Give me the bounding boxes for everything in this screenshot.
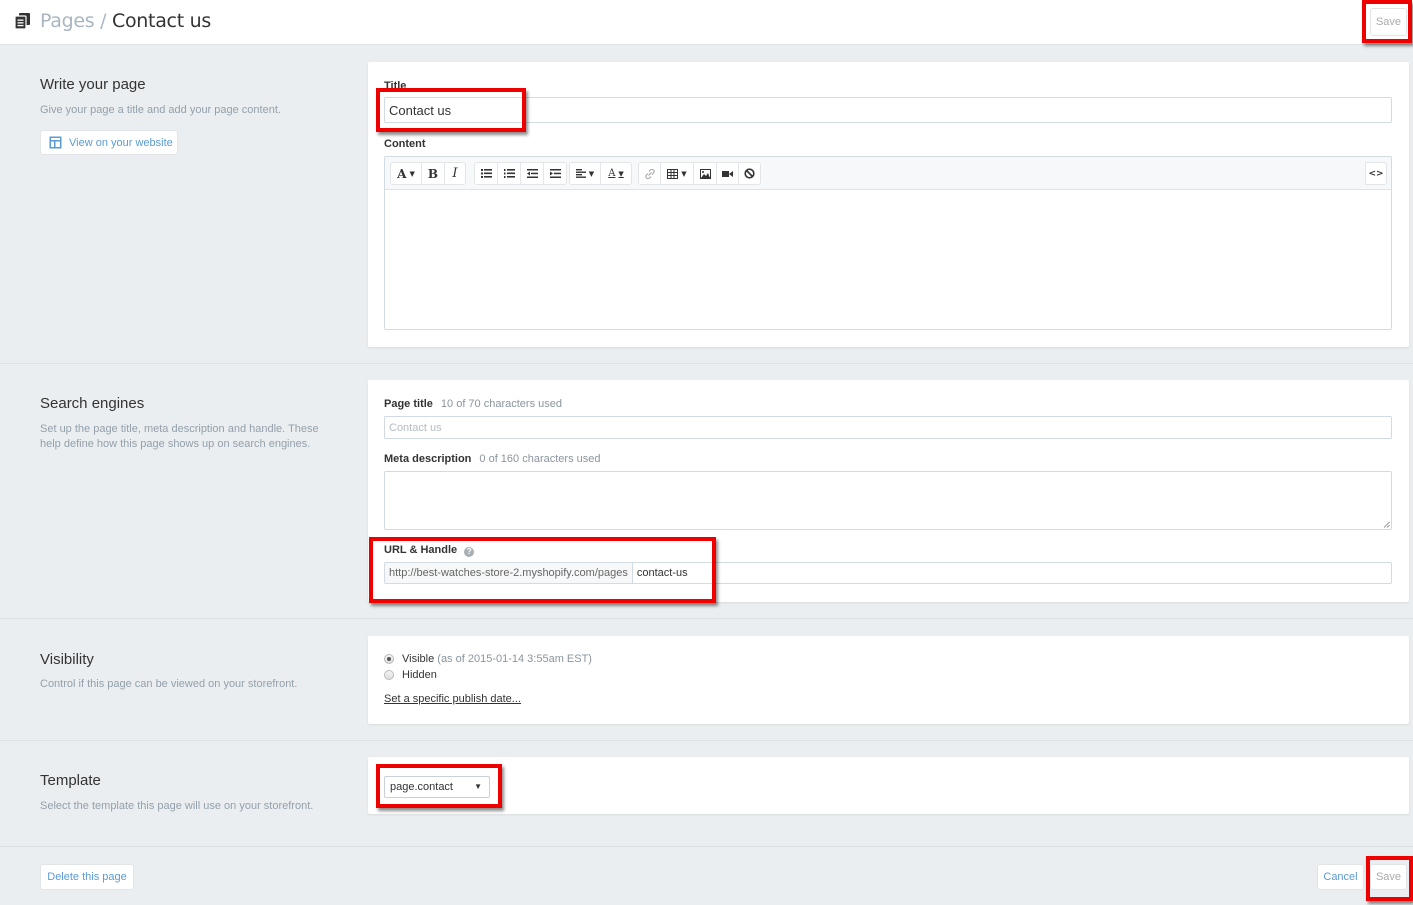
visibility-section-description: Control if this page can be viewed on yo… bbox=[40, 678, 298, 690]
video-camera-icon bbox=[722, 170, 733, 177]
editor-toolbar: A ▼ B I ▼ A ▼ ▼ <> bbox=[385, 157, 1391, 190]
ban-icon bbox=[744, 168, 755, 179]
resize-handle-icon[interactable] bbox=[1383, 521, 1390, 528]
toolbar-group-insert: ▼ bbox=[638, 162, 761, 185]
section-divider bbox=[0, 740, 1413, 741]
visibility-option-visible[interactable]: Visible (as of 2015-01-14 3:55am EST) bbox=[384, 653, 592, 665]
font-size-button[interactable]: A ▼ bbox=[390, 162, 422, 185]
section-divider bbox=[0, 363, 1413, 364]
breadcrumb-separator: / bbox=[100, 10, 107, 32]
outdent-icon bbox=[526, 169, 538, 178]
seo-card: Page title 10 of 70 characters used Conta… bbox=[368, 380, 1409, 602]
handle-input[interactable]: contact-us bbox=[633, 563, 1391, 583]
radio-visible[interactable] bbox=[384, 654, 394, 664]
url-handle-label: URL & Handle ? bbox=[384, 544, 475, 557]
template-select[interactable]: page.contact ▼ bbox=[384, 776, 490, 798]
seo-section-title: Search engines bbox=[40, 395, 145, 412]
indent-button[interactable] bbox=[543, 162, 567, 185]
bullet-list-button[interactable] bbox=[474, 162, 498, 185]
url-handle-field: http://best-watches-store-2.myshopify.co… bbox=[384, 562, 1392, 584]
visibility-section-title: Visibility bbox=[40, 651, 94, 668]
template-selected-value: page.contact bbox=[390, 781, 453, 793]
breadcrumb: Pages / Contact us bbox=[40, 10, 211, 32]
hidden-label: Hidden bbox=[402, 669, 437, 681]
visibility-option-hidden[interactable]: Hidden bbox=[384, 669, 437, 681]
title-input[interactable]: Contact us bbox=[384, 97, 1392, 123]
breadcrumb-current: Contact us bbox=[112, 10, 211, 32]
section-divider bbox=[0, 618, 1413, 619]
meta-description-char-count: 0 of 160 characters used bbox=[479, 453, 601, 465]
visible-label: Visible bbox=[402, 653, 435, 665]
toolbar-group-lists bbox=[474, 162, 567, 185]
url-prefix: http://best-watches-store-2.myshopify.co… bbox=[385, 563, 633, 583]
bullet-list-icon bbox=[480, 169, 492, 178]
meta-description-textarea[interactable] bbox=[384, 471, 1392, 530]
write-section-title: Write your page bbox=[40, 76, 146, 93]
toolbar-group-format: ▼ A ▼ bbox=[569, 162, 632, 185]
section-divider bbox=[0, 846, 1413, 847]
meta-description-label: Meta description 0 of 160 characters used bbox=[384, 453, 601, 465]
set-publish-date-link[interactable]: Set a specific publish date... bbox=[384, 693, 521, 705]
website-layout-icon bbox=[49, 136, 62, 149]
save-button-bottom[interactable]: Save bbox=[1370, 864, 1407, 890]
pages-icon bbox=[14, 13, 30, 30]
page-title-char-count: 10 of 70 characters used bbox=[440, 398, 562, 410]
image-icon bbox=[699, 168, 711, 179]
numbered-list-icon bbox=[503, 169, 515, 178]
link-button[interactable] bbox=[638, 162, 661, 185]
write-page-card: Title Contact us Content A ▼ B I ▼ A ▼ ▼… bbox=[368, 62, 1409, 347]
top-bar: Pages / Contact us Save bbox=[0, 0, 1413, 45]
template-card: page.contact ▼ bbox=[368, 757, 1409, 814]
template-section-description: Select the template this page will use o… bbox=[40, 800, 314, 812]
toolbar-group-text: A ▼ B I bbox=[390, 162, 466, 185]
help-icon[interactable]: ? bbox=[464, 547, 475, 557]
page-title-input[interactable]: Contact us bbox=[384, 416, 1392, 439]
content-editor-body[interactable] bbox=[385, 190, 1391, 329]
toolbar-group-html: <> bbox=[1365, 162, 1387, 185]
visible-date-note: (as of 2015-01-14 3:55am EST) bbox=[437, 653, 592, 665]
video-button[interactable] bbox=[716, 162, 739, 185]
radio-hidden[interactable] bbox=[384, 670, 394, 680]
table-button[interactable]: ▼ bbox=[660, 162, 694, 185]
visibility-card: Visible (as of 2015-01-14 3:55am EST) Hi… bbox=[368, 636, 1409, 724]
save-button-top[interactable]: Save bbox=[1370, 8, 1407, 36]
bold-button[interactable]: B bbox=[421, 162, 445, 185]
dropdown-caret-icon: ▼ bbox=[474, 782, 482, 791]
numbered-list-button[interactable] bbox=[497, 162, 521, 185]
align-left-icon bbox=[575, 169, 586, 178]
seo-section-description: Set up the page title, meta description … bbox=[40, 423, 319, 450]
content-editor: A ▼ B I ▼ A ▼ ▼ <> bbox=[384, 156, 1392, 330]
cancel-button[interactable]: Cancel bbox=[1317, 864, 1364, 890]
page-title-placeholder: Contact us bbox=[389, 421, 442, 434]
image-button[interactable] bbox=[693, 162, 717, 185]
view-on-website-label: View on your website bbox=[69, 136, 173, 149]
content-label: Content bbox=[384, 138, 426, 150]
indent-icon bbox=[549, 169, 561, 178]
write-section-description: Give your page a title and add your page… bbox=[40, 104, 281, 116]
italic-button[interactable]: I bbox=[444, 162, 466, 185]
title-input-value: Contact us bbox=[389, 102, 452, 118]
view-on-website-button[interactable]: View on your website bbox=[40, 130, 178, 155]
page-title-label: Page title 10 of 70 characters used bbox=[384, 398, 562, 410]
align-button[interactable]: ▼ bbox=[569, 162, 601, 185]
template-section-title: Template bbox=[40, 772, 101, 789]
outdent-button[interactable] bbox=[520, 162, 544, 185]
title-label: Title bbox=[384, 80, 407, 92]
link-icon bbox=[644, 168, 655, 179]
table-icon bbox=[667, 168, 679, 179]
delete-page-button[interactable]: Delete this page bbox=[40, 864, 134, 890]
breadcrumb-pages-link[interactable]: Pages bbox=[40, 10, 95, 32]
text-color-button[interactable]: A ▼ bbox=[600, 162, 632, 185]
html-toggle-button[interactable]: <> bbox=[1365, 162, 1387, 185]
clear-formatting-button[interactable] bbox=[738, 162, 761, 185]
